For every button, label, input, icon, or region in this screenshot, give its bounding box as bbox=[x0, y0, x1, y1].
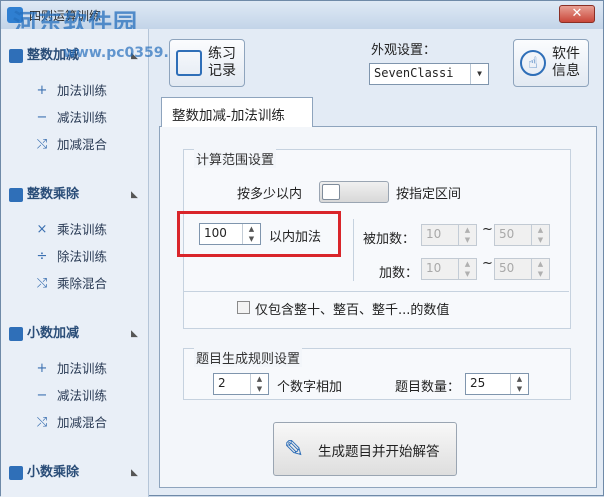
only-round-numbers-checkbox[interactable] bbox=[237, 301, 250, 314]
collapse-arrow-icon[interactable]: ◣ bbox=[131, 460, 138, 486]
question-quantity-value: 25 bbox=[470, 376, 486, 390]
spin-arrows-icon[interactable]: ▲ ▼ bbox=[458, 225, 476, 245]
spin-arrows-icon[interactable]: ▲ ▼ bbox=[250, 374, 268, 394]
only-round-numbers-label: 仅包含整十、整百、整千...的数值 bbox=[255, 303, 450, 318]
shuffle-icon: ⤭ bbox=[36, 137, 48, 152]
close-button[interactable]: ✕ bbox=[559, 5, 595, 23]
number-count-value: 2 bbox=[218, 376, 226, 390]
info-label-line1: 软件 bbox=[552, 46, 580, 62]
sidebar-section-title: 小数加减 bbox=[27, 326, 80, 341]
info-label-line2: 信息 bbox=[552, 63, 580, 79]
sidebar-item-mul-training[interactable]: × 乘法训练 bbox=[1, 219, 149, 241]
addend2-label: 加数： bbox=[379, 266, 419, 281]
number-count-spinner[interactable]: 2 ▲ ▼ bbox=[213, 373, 269, 395]
divide-icon: ÷ bbox=[36, 249, 48, 264]
software-info-button[interactable]: ☝ 软件 信息 bbox=[513, 39, 589, 87]
spin-arrows-icon[interactable]: ▲ ▼ bbox=[242, 224, 260, 244]
sidebar-item-label: 乘法训练 bbox=[57, 222, 108, 237]
group-title: 计算范围设置 bbox=[194, 149, 277, 168]
notebook-icon bbox=[176, 50, 202, 76]
spin-arrows-icon[interactable]: ▲ ▼ bbox=[510, 374, 528, 394]
addend2-from-value: 10 bbox=[426, 261, 442, 275]
practice-record-button[interactable]: 练习 记录 bbox=[169, 39, 245, 87]
collapse-arrow-icon[interactable]: ◣ bbox=[131, 182, 138, 208]
skin-select[interactable]: SevenClassi ▼ bbox=[369, 63, 489, 85]
spin-arrows-icon[interactable]: ▲ ▼ bbox=[531, 259, 549, 279]
sidebar-section-decimal-add-sub[interactable]: 小数加减 ◣ bbox=[1, 321, 149, 347]
addend1-to-spinner[interactable]: 50 ▲ ▼ bbox=[494, 224, 550, 246]
group-title: 题目生成规则设置 bbox=[194, 348, 303, 367]
sidebar-item-label: 加减混合 bbox=[57, 137, 108, 152]
grid-icon bbox=[9, 188, 23, 202]
practice-label-line2: 记录 bbox=[208, 63, 236, 79]
sidebar-section-decimal-mul-div[interactable]: 小数乘除 ◣ bbox=[1, 460, 149, 486]
range-mode-toggle[interactable] bbox=[319, 181, 389, 203]
generate-and-start-button[interactable]: ✎ 生成题目并开始解答 bbox=[273, 422, 457, 476]
sidebar-item-mul-div-mixed[interactable]: ⤭ 乘除混合 bbox=[1, 273, 149, 295]
skin-select-value: SevenClassi bbox=[374, 66, 454, 80]
range-tilde: ~ bbox=[482, 256, 493, 271]
decimal-icon bbox=[9, 327, 23, 341]
sidebar-item-label: 减法训练 bbox=[57, 110, 108, 125]
sidebar-item-decimal-add-sub-mixed[interactable]: ⤭ 加减混合 bbox=[1, 412, 149, 434]
sidebar-item-decimal-sub-training[interactable]: − 减法训练 bbox=[1, 385, 149, 407]
tab-integer-add-training[interactable]: 整数加减-加法训练 bbox=[161, 97, 313, 127]
mode-within-label: 按多少以内 bbox=[237, 187, 303, 202]
chevron-down-icon[interactable]: ▼ bbox=[470, 64, 488, 84]
sidebar-item-label: 减法训练 bbox=[57, 388, 108, 403]
number-count-label: 个数字相加 bbox=[277, 380, 343, 395]
divider bbox=[183, 291, 569, 292]
within-value-spinner[interactable]: 100 ▲ ▼ bbox=[199, 223, 261, 245]
shuffle-icon: ⤭ bbox=[36, 415, 48, 430]
spin-arrows-icon[interactable]: ▲ ▼ bbox=[531, 225, 549, 245]
range-tilde: ~ bbox=[482, 222, 493, 237]
within-label: 以内加法 bbox=[269, 230, 322, 245]
plus-icon: + bbox=[36, 361, 48, 376]
sidebar-item-decimal-add-training[interactable]: + 加法训练 bbox=[1, 358, 149, 380]
addend2-to-value: 50 bbox=[499, 261, 515, 275]
mode-interval-label: 按指定区间 bbox=[396, 187, 462, 202]
grid-icon bbox=[9, 49, 23, 63]
times-icon: × bbox=[36, 222, 48, 237]
sidebar-item-label: 加减混合 bbox=[57, 415, 108, 430]
generate-button-label: 生成题目并开始解答 bbox=[318, 444, 440, 460]
grid-icon bbox=[9, 466, 23, 480]
sidebar-section-title: 小数乘除 bbox=[27, 465, 80, 480]
skin-label: 外观设置： bbox=[371, 43, 437, 58]
divider bbox=[353, 219, 354, 281]
toggle-knob[interactable] bbox=[322, 184, 340, 200]
addend2-from-spinner[interactable]: 10 ▲ ▼ bbox=[421, 258, 477, 280]
pencil-icon: ✎ bbox=[284, 435, 305, 463]
sidebar-section-title: 整数乘除 bbox=[27, 187, 80, 202]
sidebar-item-label: 除法训练 bbox=[57, 249, 108, 264]
addend1-from-value: 10 bbox=[426, 227, 442, 241]
question-quantity-spinner[interactable]: 25 ▲ ▼ bbox=[465, 373, 529, 395]
hand-pointer-icon: ☝ bbox=[520, 50, 546, 76]
within-value: 100 bbox=[204, 226, 227, 240]
plus-icon: + bbox=[36, 83, 48, 98]
sidebar-item-label: 加法训练 bbox=[57, 83, 108, 98]
addend1-label: 被加数： bbox=[363, 232, 416, 247]
addend1-to-value: 50 bbox=[499, 227, 515, 241]
addend1-from-spinner[interactable]: 10 ▲ ▼ bbox=[421, 224, 477, 246]
practice-label-line1: 练习 bbox=[208, 46, 236, 62]
sidebar-item-label: 加法训练 bbox=[57, 361, 108, 376]
spin-arrows-icon[interactable]: ▲ ▼ bbox=[458, 259, 476, 279]
minus-icon: − bbox=[36, 110, 48, 125]
collapse-arrow-icon[interactable]: ◣ bbox=[131, 321, 138, 347]
minus-icon: − bbox=[36, 388, 48, 403]
main-window: 四则运算训练 ✕ 河东软件园 整数加减 ◣ + 加法训练 − 减法训练 ⤭ 加减… bbox=[0, 0, 604, 497]
sidebar-section-integer-mul-div[interactable]: 整数乘除 ◣ bbox=[1, 182, 149, 208]
sidebar-item-label: 乘除混合 bbox=[57, 276, 108, 291]
sidebar-item-add-sub-mixed[interactable]: ⤭ 加减混合 bbox=[1, 134, 149, 156]
sidebar-item-div-training[interactable]: ÷ 除法训练 bbox=[1, 246, 149, 268]
sidebar-item-add-training[interactable]: + 加法训练 bbox=[1, 80, 149, 102]
shuffle-icon: ⤭ bbox=[36, 276, 48, 291]
sidebar: 整数加减 ◣ + 加法训练 − 减法训练 ⤭ 加减混合 整数乘除 ◣ × 乘法训… bbox=[1, 29, 149, 497]
sidebar-item-sub-training[interactable]: − 减法训练 bbox=[1, 107, 149, 129]
addend2-to-spinner[interactable]: 50 ▲ ▼ bbox=[494, 258, 550, 280]
question-quantity-label: 题目数量： bbox=[395, 380, 461, 395]
